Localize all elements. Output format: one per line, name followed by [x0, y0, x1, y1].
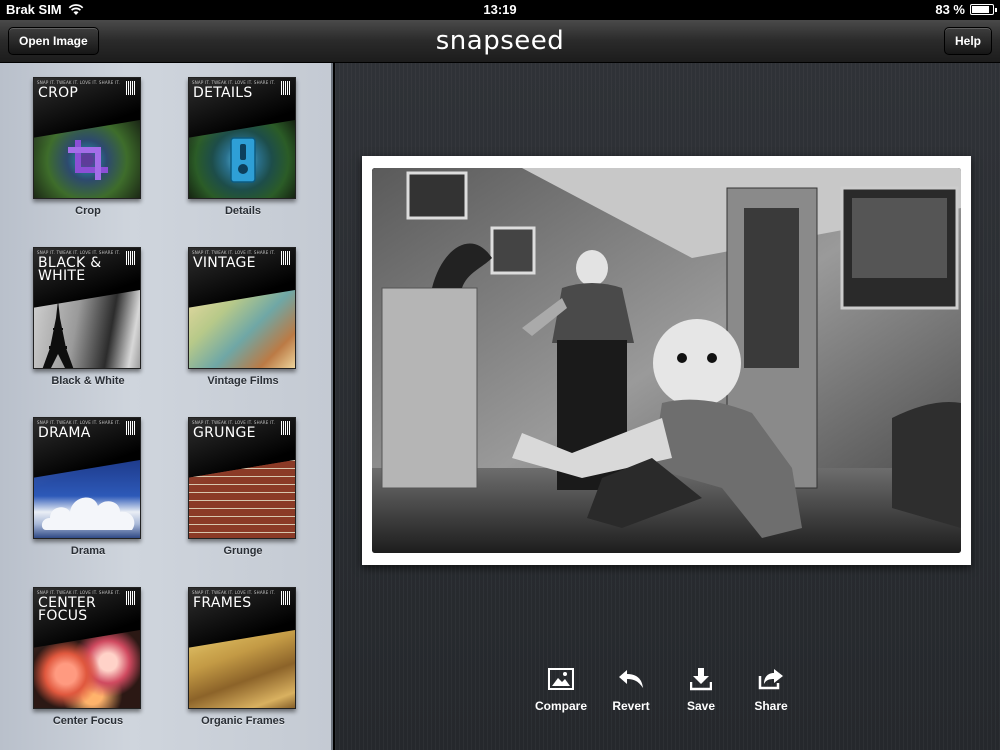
- photo-image: [372, 168, 961, 553]
- bottom-actions: Compare Revert Save Share: [530, 665, 802, 713]
- battery-group: 83 %: [935, 2, 997, 17]
- battery-percent: 83 %: [935, 2, 965, 17]
- tool-organic-frames[interactable]: SNAP IT. TWEAK IT. LOVE IT. SHARE IT. FR…: [188, 587, 298, 727]
- revert-button[interactable]: Revert: [600, 665, 662, 713]
- tool-vintage-films-thumbnail: SNAP IT. TWEAK IT. LOVE IT. SHARE IT. VI…: [188, 247, 296, 369]
- tool-black-white-label: Black & White: [51, 375, 125, 387]
- undo-arrow-icon: [619, 670, 643, 688]
- tool-crop-label: Crop: [75, 205, 101, 217]
- tool-crop[interactable]: SNAP IT. TWEAK IT. LOVE IT. SHARE IT. CR…: [33, 77, 143, 217]
- share-button[interactable]: Share: [740, 665, 802, 713]
- tool-crop-thumbnail: SNAP IT. TWEAK IT. LOVE IT. SHARE IT. CR…: [33, 77, 141, 199]
- share-label: Share: [754, 699, 788, 713]
- tool-drama-title: DRAMA: [38, 425, 91, 441]
- tool-details-thumbnail: SNAP IT. TWEAK IT. LOVE IT. SHARE IT. DE…: [188, 77, 296, 199]
- photo-preview[interactable]: [362, 156, 971, 565]
- tool-details[interactable]: SNAP IT. TWEAK IT. LOVE IT. SHARE IT. DE…: [188, 77, 298, 217]
- tool-organic-frames-label: Organic Frames: [201, 715, 285, 727]
- eiffel-tower-icon: [42, 300, 74, 368]
- navigation-bar: Open Image snapseed Help: [0, 20, 1000, 63]
- barcode-icon: [281, 251, 290, 265]
- tool-grunge-title: GRUNGE: [193, 425, 256, 441]
- tool-drama-label: Drama: [70, 545, 106, 557]
- tool-vintage-films-label: Vintage Films: [207, 375, 279, 387]
- tool-center-focus-label: Center Focus: [52, 715, 124, 727]
- tool-frames-title: FRAMES: [193, 595, 252, 611]
- download-icon: [690, 668, 712, 691]
- tool-grunge-label: Grunge: [223, 545, 263, 557]
- pencil-sharpener-icon: [230, 137, 256, 183]
- tool-black-white[interactable]: SNAP IT. TWEAK IT. LOVE IT. SHARE IT. BL…: [33, 247, 143, 387]
- tool-black-white-thumbnail: SNAP IT. TWEAK IT. LOVE IT. SHARE IT. BL…: [33, 247, 141, 369]
- tool-drama[interactable]: SNAP IT. TWEAK IT. LOVE IT. SHARE IT. DR…: [33, 417, 143, 557]
- compare-button[interactable]: Compare: [530, 665, 592, 713]
- tool-vintage-films[interactable]: SNAP IT. TWEAK IT. LOVE IT. SHARE IT. VI…: [188, 247, 298, 387]
- compare-label: Compare: [534, 699, 587, 713]
- tool-vintage-title: VINTAGE: [193, 255, 256, 271]
- barcode-icon: [126, 591, 135, 605]
- tool-details-label: Details: [224, 205, 262, 217]
- image-icon: [548, 668, 574, 690]
- tool-drama-thumbnail: SNAP IT. TWEAK IT. LOVE IT. SHARE IT. DR…: [33, 417, 141, 539]
- crop-icon: [68, 140, 108, 180]
- tool-center-focus-thumbnail: SNAP IT. TWEAK IT. LOVE IT. SHARE IT. CE…: [33, 587, 141, 709]
- save-label: Save: [686, 699, 716, 713]
- barcode-icon: [126, 421, 135, 435]
- tool-crop-title: CROP: [38, 85, 79, 101]
- barcode-icon: [281, 421, 290, 435]
- tools-sidebar: SNAP IT. TWEAK IT. LOVE IT. SHARE IT. CR…: [0, 63, 333, 750]
- tool-organic-frames-thumbnail: SNAP IT. TWEAK IT. LOVE IT. SHARE IT. FR…: [188, 587, 296, 709]
- app-logo: snapseed: [435, 26, 565, 56]
- clock: 13:19: [483, 2, 517, 17]
- battery-fill: [972, 6, 989, 13]
- tool-black-white-title: BLACK & WHITE: [38, 255, 102, 284]
- tool-grunge[interactable]: SNAP IT. TWEAK IT. LOVE IT. SHARE IT. GR…: [188, 417, 298, 557]
- barcode-icon: [126, 81, 135, 95]
- revert-label: Revert: [612, 699, 650, 713]
- barcode-icon: [126, 251, 135, 265]
- help-button[interactable]: Help: [943, 27, 992, 55]
- share-arrow-icon: [758, 669, 783, 690]
- save-button[interactable]: Save: [670, 665, 732, 713]
- status-bar: Brak SIM 13:19 83 %: [0, 0, 1000, 20]
- battery-icon: [970, 4, 997, 15]
- tool-center-focus[interactable]: SNAP IT. TWEAK IT. LOVE IT. SHARE IT. CE…: [33, 587, 143, 727]
- barcode-icon: [281, 81, 290, 95]
- tool-details-title: DETAILS: [193, 85, 253, 101]
- tool-grunge-thumbnail: SNAP IT. TWEAK IT. LOVE IT. SHARE IT. GR…: [188, 417, 296, 539]
- barcode-icon: [281, 591, 290, 605]
- tool-center-focus-title: CENTER FOCUS: [38, 595, 97, 624]
- cloud-icon: [41, 497, 135, 530]
